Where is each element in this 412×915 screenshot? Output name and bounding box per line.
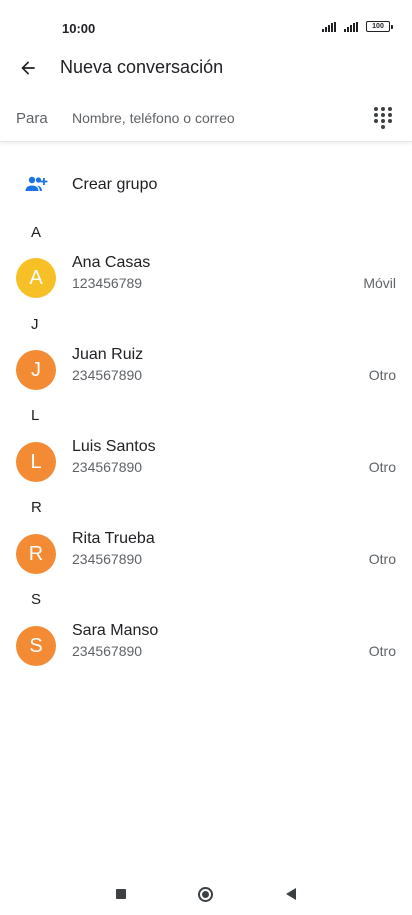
section-letter-s: S	[31, 591, 42, 608]
avatar: J	[16, 350, 56, 390]
recents-button[interactable]	[112, 885, 130, 903]
dialpad-icon	[374, 107, 394, 131]
recipient-row: Para	[0, 98, 412, 142]
section-letter-l: L	[31, 407, 40, 424]
group-add-icon	[25, 176, 48, 191]
contact-type: Otro	[368, 643, 396, 659]
avatar: R	[16, 534, 56, 574]
battery-level: 100	[372, 23, 384, 30]
create-group-button[interactable]: Crear grupo	[0, 166, 412, 206]
contact-name: Sara Manso	[72, 622, 159, 639]
create-group-label: Crear grupo	[72, 176, 158, 193]
contact-item-sara-manso[interactable]: S Sara Manso 234567890 Otro	[0, 620, 412, 676]
contact-name: Rita Trueba	[72, 530, 155, 547]
status-icons: 100	[322, 21, 393, 32]
avatar: A	[16, 258, 56, 298]
contact-type: Otro	[368, 367, 396, 383]
signal-icon	[344, 21, 358, 32]
square-recents-icon	[116, 889, 126, 899]
system-nav-bar	[0, 873, 412, 915]
contact-number: 234567890	[72, 551, 143, 567]
contact-type: Otro	[368, 459, 396, 475]
battery-icon: 100	[366, 21, 393, 32]
contact-number: 123456789	[72, 275, 143, 291]
system-back-button[interactable]	[282, 885, 300, 903]
contact-number: 234567890	[72, 367, 143, 383]
contact-number: 234567890	[72, 459, 143, 475]
section-letter-r: R	[31, 499, 42, 516]
circle-home-icon	[197, 886, 213, 902]
contact-type: Móvil	[363, 275, 396, 291]
section-letter-j: J	[31, 316, 39, 333]
section-letter-a: A	[31, 224, 42, 241]
page-title: Nueva conversación	[60, 57, 224, 77]
signal-icon	[322, 21, 336, 32]
avatar: S	[16, 626, 56, 666]
contact-name: Luis Santos	[72, 438, 156, 455]
avatar: L	[16, 442, 56, 482]
contact-type: Otro	[368, 551, 396, 567]
status-bar: 10:00 100	[0, 0, 412, 46]
recipient-input[interactable]	[72, 110, 352, 126]
triangle-back-icon	[286, 888, 296, 900]
home-button[interactable]	[196, 885, 214, 903]
contact-item-juan-ruiz[interactable]: J Juan Ruiz 234567890 Otro	[0, 344, 412, 400]
arrow-back-icon	[21, 61, 35, 75]
contact-item-ana-casas[interactable]: A Ana Casas 123456789 Móvil	[0, 252, 412, 308]
back-button[interactable]	[16, 56, 40, 80]
contact-number: 234567890	[72, 643, 143, 659]
app-bar: Nueva conversación	[0, 46, 412, 90]
contact-name: Ana Casas	[72, 254, 151, 271]
dialpad-button[interactable]	[374, 107, 394, 131]
status-time: 10:00	[62, 21, 96, 36]
contact-item-luis-santos[interactable]: L Luis Santos 234567890 Otro	[0, 436, 412, 492]
recipient-label: Para	[16, 110, 48, 127]
contact-name: Juan Ruiz	[72, 346, 144, 363]
contact-item-rita-trueba[interactable]: R Rita Trueba 234567890 Otro	[0, 528, 412, 584]
